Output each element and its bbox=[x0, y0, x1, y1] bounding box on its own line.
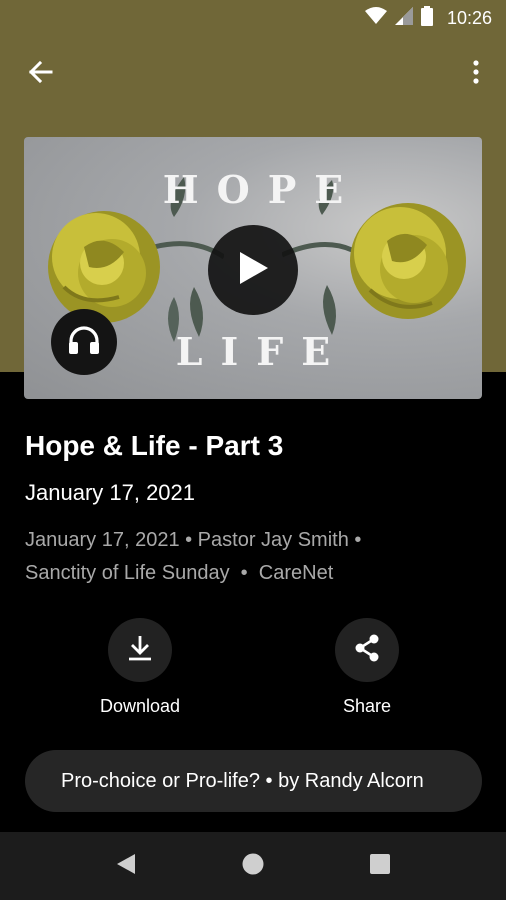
nav-home-button[interactable] bbox=[235, 848, 271, 884]
nav-recents-button[interactable] bbox=[362, 848, 398, 884]
circle-home-icon bbox=[241, 852, 265, 881]
download-label: Download bbox=[99, 696, 181, 716]
status-time: 10:26 bbox=[446, 7, 492, 28]
artwork-title-top: HOPE bbox=[162, 167, 362, 212]
system-nav-bar bbox=[0, 832, 506, 900]
back-button[interactable] bbox=[18, 54, 62, 94]
arrow-left-icon bbox=[27, 60, 53, 89]
status-bar: 10:26 bbox=[0, 0, 506, 36]
headphones-icon bbox=[67, 324, 101, 361]
download-icon bbox=[127, 634, 153, 667]
cell-signal-icon bbox=[394, 6, 413, 30]
triangle-back-icon bbox=[115, 852, 137, 881]
share-label: Share bbox=[342, 696, 392, 716]
square-recents-icon bbox=[369, 853, 391, 880]
sermon-artwork[interactable]: HOPE LIFE bbox=[24, 137, 482, 399]
sermon-meta-line-1: January 17, 2021 • Pastor Jay Smith • bbox=[25, 529, 362, 551]
app-bar bbox=[0, 46, 506, 102]
battery-icon bbox=[420, 5, 433, 31]
series-chip[interactable]: Pro-choice or Pro-life? • by Randy Alcor… bbox=[25, 750, 482, 812]
share-circle[interactable] bbox=[335, 618, 399, 682]
more-vertical-icon bbox=[472, 59, 480, 89]
download-button[interactable]: Download bbox=[75, 618, 205, 717]
share-button[interactable]: Share bbox=[302, 618, 432, 717]
status-icons: 10:26 bbox=[364, 5, 492, 31]
sermon-date: January 17, 2021 bbox=[25, 480, 196, 505]
more-options-button[interactable] bbox=[456, 54, 496, 94]
play-icon bbox=[236, 250, 270, 291]
wifi-icon bbox=[364, 6, 387, 30]
audio-only-button[interactable] bbox=[51, 309, 117, 375]
share-icon bbox=[353, 633, 381, 668]
sermon-meta-line-2: Sanctity of Life Sunday • CareNet bbox=[25, 562, 334, 584]
sermon-title: Hope & Life - Part 3 bbox=[25, 430, 284, 461]
sermon-meta: January 17, 2021 • Pastor Jay Smith • Sa… bbox=[25, 524, 485, 590]
download-circle[interactable] bbox=[108, 618, 172, 682]
play-button[interactable] bbox=[208, 225, 298, 315]
nav-back-button[interactable] bbox=[108, 848, 144, 884]
series-chip-text: Pro-choice or Pro-life? • by Randy Alcor… bbox=[61, 769, 424, 792]
